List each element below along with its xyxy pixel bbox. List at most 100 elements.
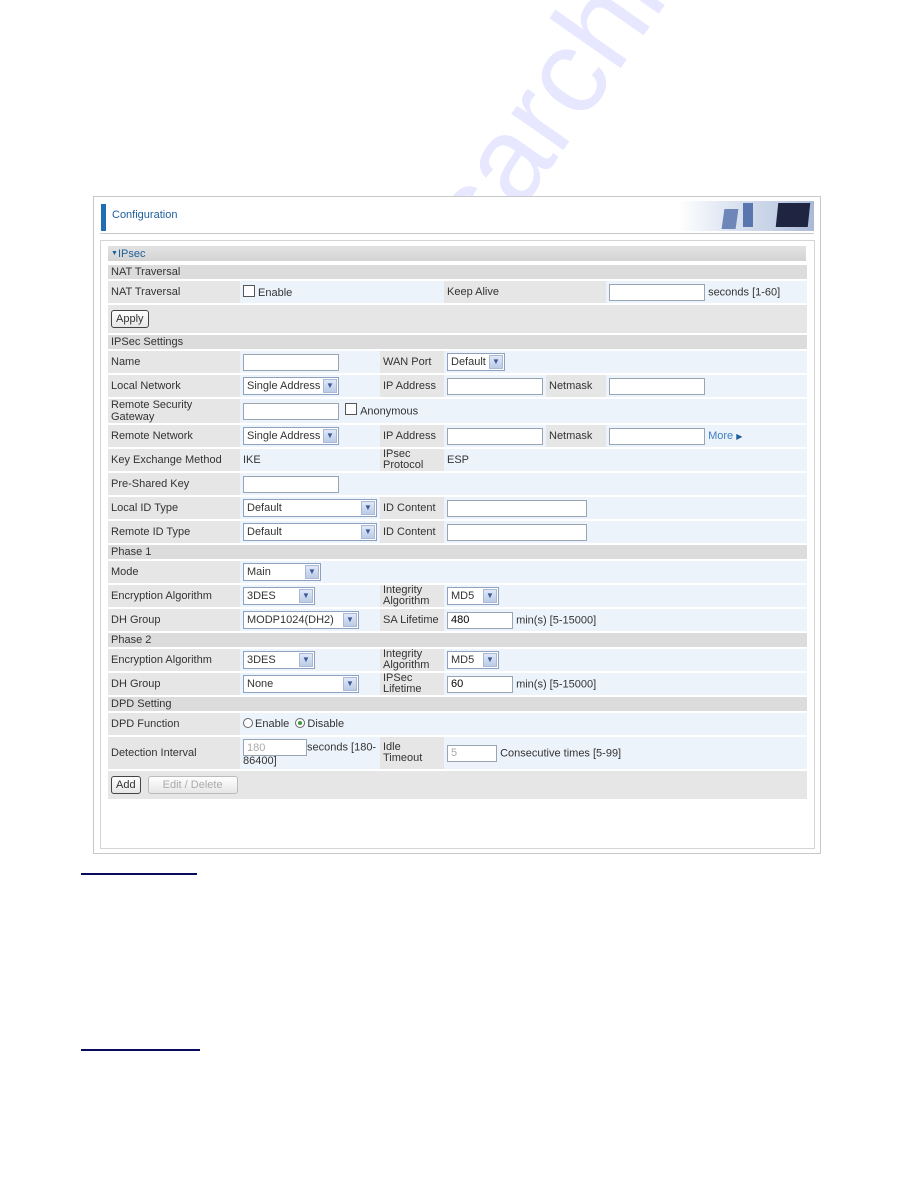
p2-dh-group-select[interactable]: None ▼ bbox=[243, 675, 359, 693]
detection-interval-row: Detection Interval seconds [180-86400] I… bbox=[108, 737, 807, 769]
p1-dh-group-select[interactable]: MODP1024(DH2) ▼ bbox=[243, 611, 359, 629]
chevron-down-icon: ▼ bbox=[343, 613, 357, 627]
heading-underline bbox=[81, 1049, 200, 1051]
local-id-type-select[interactable]: Default ▼ bbox=[243, 499, 377, 517]
apply-button[interactable]: Apply bbox=[111, 310, 149, 328]
detection-interval-input[interactable] bbox=[243, 739, 307, 756]
p1-integrity-label: Integrity Algorithm bbox=[380, 585, 444, 607]
remote-network-row: Remote Network Single Address ▼ IP Addres… bbox=[108, 425, 807, 447]
detection-interval-label: Detection Interval bbox=[108, 737, 240, 769]
nat-row: NAT Traversal Enable Keep Alive seconds … bbox=[108, 281, 807, 303]
dpd-disable-label: Disable bbox=[307, 718, 345, 730]
page-title: Configuration bbox=[112, 209, 178, 221]
add-button[interactable]: Add bbox=[111, 776, 141, 794]
local-id-type-label: Local ID Type bbox=[108, 497, 240, 519]
wan-port-label: WAN Port bbox=[380, 351, 444, 373]
sa-lifetime-label: SA Lifetime bbox=[380, 609, 444, 631]
local-network-select[interactable]: Single Address ▼ bbox=[243, 377, 339, 395]
key-exchange-value: IKE bbox=[240, 449, 380, 471]
remote-id-row: Remote ID Type Default ▼ ID Content bbox=[108, 521, 807, 543]
p2-encryption-select[interactable]: 3DES ▼ bbox=[243, 651, 315, 669]
local-network-row: Local Network Single Address ▼ IP Address… bbox=[108, 375, 807, 397]
chevron-down-icon: ▼ bbox=[361, 525, 375, 539]
nat-label: NAT Traversal bbox=[108, 281, 240, 303]
p1-mode-row: Mode Main ▼ bbox=[108, 561, 807, 583]
section-title: IPsec bbox=[117, 248, 146, 260]
p1-dh-row: DH Group MODP1024(DH2)▼ SA Lifetime min(… bbox=[108, 609, 807, 631]
ipsec-lifetime-unit: min(s) [5-15000] bbox=[516, 678, 597, 690]
p1-integrity-select[interactable]: MD5 ▼ bbox=[447, 587, 499, 605]
key-exchange-row: Key Exchange Method IKE IPsec Protocol ES… bbox=[108, 449, 807, 471]
ipsec-section: ▼IPsec NAT Traversal NAT Traversal Enabl… bbox=[100, 240, 815, 849]
idle-timeout-unit: Consecutive times [5-99] bbox=[500, 747, 622, 759]
group-phase-1: Phase 1 bbox=[108, 545, 807, 559]
ipsec-protocol-label: IPsec Protocol bbox=[380, 449, 444, 471]
p2-integrity-label: Integrity Algorithm bbox=[380, 649, 444, 671]
edit-delete-button[interactable]: Edit / Delete bbox=[147, 776, 238, 794]
remote-gateway-label: Remote Security Gateway bbox=[108, 399, 240, 423]
chevron-down-icon: ▼ bbox=[483, 589, 497, 603]
more-link[interactable]: More ▶ bbox=[708, 430, 742, 442]
dpd-disable-radio[interactable] bbox=[295, 718, 306, 728]
local-ip-input[interactable] bbox=[447, 377, 543, 395]
local-ip-label: IP Address bbox=[380, 375, 444, 397]
remote-network-select[interactable]: Single Address ▼ bbox=[243, 427, 339, 445]
ipsec-lifetime-label: IPSec Lifetime bbox=[380, 673, 444, 695]
remote-id-content-input[interactable] bbox=[447, 523, 587, 541]
monitor-graphic bbox=[775, 203, 811, 227]
remote-id-content-label: ID Content bbox=[380, 521, 444, 543]
chevron-down-icon: ▼ bbox=[343, 677, 357, 691]
group-phase-2: Phase 2 bbox=[108, 633, 807, 647]
local-id-content-input[interactable] bbox=[447, 499, 587, 517]
ipsec-section-header[interactable]: ▼IPsec bbox=[108, 246, 806, 261]
p1-mode-select[interactable]: Main ▼ bbox=[243, 563, 321, 581]
p2-dh-group-label: DH Group bbox=[108, 673, 240, 695]
local-network-label: Local Network bbox=[108, 375, 240, 397]
panel-header: Configuration bbox=[94, 197, 820, 234]
dpd-enable-radio[interactable] bbox=[243, 718, 253, 728]
psk-row: Pre-Shared Key bbox=[108, 473, 807, 495]
chair-graphic bbox=[743, 203, 753, 227]
name-row: Name WAN Port Default ▼ bbox=[108, 351, 807, 373]
local-id-content-label: ID Content bbox=[380, 497, 444, 519]
chevron-down-icon: ▼ bbox=[483, 653, 497, 667]
remote-id-type-label: Remote ID Type bbox=[108, 521, 240, 543]
header-accent-bar bbox=[101, 204, 106, 231]
group-nat-traversal: NAT Traversal bbox=[108, 265, 807, 279]
p2-integrity-select[interactable]: MD5 ▼ bbox=[447, 651, 499, 669]
remote-id-type-select[interactable]: Default ▼ bbox=[243, 523, 377, 541]
remote-ip-input[interactable] bbox=[447, 427, 543, 445]
group-ipsec-settings: IPSec Settings bbox=[108, 335, 807, 349]
ipsec-form: NAT Traversal NAT Traversal Enable Keep … bbox=[108, 263, 807, 801]
chevron-down-icon: ▼ bbox=[323, 379, 337, 393]
keepalive-input[interactable] bbox=[609, 283, 705, 301]
detection-interval-unit: seconds [180- bbox=[307, 741, 377, 754]
anonymous-label: Anonymous bbox=[360, 405, 419, 417]
ipsec-lifetime-input[interactable] bbox=[447, 675, 513, 693]
remote-ip-label: IP Address bbox=[380, 425, 444, 447]
nat-enable-checkbox[interactable] bbox=[243, 285, 255, 297]
idle-timeout-input[interactable] bbox=[447, 744, 497, 762]
remote-gateway-input[interactable] bbox=[243, 402, 339, 420]
dpd-button-row: Add Edit / Delete bbox=[108, 771, 807, 799]
chevron-down-icon: ▼ bbox=[299, 653, 313, 667]
p1-encryption-select[interactable]: 3DES ▼ bbox=[243, 587, 315, 605]
remote-gateway-row: Remote Security Gateway Anonymous bbox=[108, 399, 807, 423]
p2-encryption-label: Encryption Algorithm bbox=[108, 649, 240, 671]
keepalive-unit: seconds [1-60] bbox=[708, 286, 781, 298]
triangle-right-icon: ▶ bbox=[736, 432, 743, 441]
chevron-down-icon: ▼ bbox=[361, 501, 375, 515]
name-input[interactable] bbox=[243, 353, 339, 371]
nat-button-row: Apply bbox=[108, 305, 807, 333]
header-banner-image bbox=[679, 201, 814, 231]
local-id-row: Local ID Type Default ▼ ID Content bbox=[108, 497, 807, 519]
name-label: Name bbox=[108, 351, 240, 373]
sa-lifetime-input[interactable] bbox=[447, 611, 513, 629]
wan-port-select[interactable]: Default ▼ bbox=[447, 353, 505, 371]
anonymous-checkbox[interactable] bbox=[345, 403, 358, 415]
remote-netmask-input[interactable] bbox=[609, 427, 705, 445]
local-netmask-input[interactable] bbox=[609, 377, 705, 395]
psk-input[interactable] bbox=[243, 475, 339, 493]
p1-encryption-label: Encryption Algorithm bbox=[108, 585, 240, 607]
p1-mode-label: Mode bbox=[108, 561, 240, 583]
